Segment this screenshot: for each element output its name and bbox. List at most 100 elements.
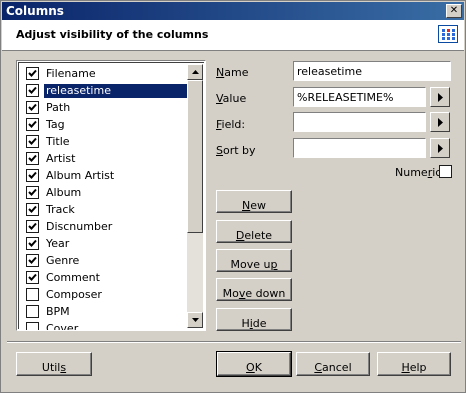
column-checkbox[interactable] — [26, 305, 39, 318]
check-icon — [28, 222, 37, 230]
cancel-button[interactable]: Cancel — [296, 352, 370, 376]
columns-grid-icon — [438, 25, 458, 43]
column-item-label: Artist — [46, 152, 76, 165]
column-item[interactable]: Track — [23, 201, 191, 218]
column-checkbox[interactable] — [26, 118, 39, 131]
column-item-label: BPM — [46, 305, 70, 318]
check-icon — [28, 154, 37, 162]
scroll-thumb[interactable] — [187, 80, 203, 233]
arrow-right-icon — [438, 93, 443, 102]
column-item-label: Track — [46, 203, 75, 216]
check-icon — [28, 205, 37, 213]
column-item-label: Path — [46, 101, 71, 114]
check-icon — [28, 273, 37, 281]
column-checkbox[interactable] — [26, 237, 39, 250]
column-item[interactable]: Comment — [23, 269, 191, 286]
column-item[interactable]: Title — [23, 133, 191, 150]
new-button[interactable]: New — [216, 190, 292, 213]
column-item-label: Composer — [46, 288, 102, 301]
field-input[interactable] — [293, 112, 426, 132]
column-item[interactable]: Album — [23, 184, 191, 201]
column-item[interactable]: Path — [23, 99, 191, 116]
delete-button[interactable]: Delete — [216, 220, 292, 243]
column-item[interactable]: Genre — [23, 252, 191, 269]
column-item-label: releasetime — [43, 83, 192, 99]
column-item-label: Discnumber — [46, 220, 113, 233]
hide-button[interactable]: Hide — [216, 308, 292, 331]
sortby-label: Sort by — [216, 144, 256, 157]
column-item[interactable]: Composer — [23, 286, 191, 303]
numeric-checkbox[interactable] — [439, 165, 452, 178]
help-button[interactable]: Help — [377, 352, 451, 376]
column-item[interactable]: Album Artist — [23, 167, 191, 184]
utils-button[interactable]: Utils — [16, 352, 92, 376]
arrow-right-icon — [438, 118, 443, 127]
column-checkbox[interactable] — [26, 152, 39, 165]
sortby-options-button[interactable] — [430, 138, 450, 158]
check-icon — [28, 103, 37, 111]
column-checkbox[interactable] — [26, 67, 39, 80]
column-checkbox[interactable] — [26, 288, 39, 301]
column-item-label: Comment — [46, 271, 100, 284]
column-checkbox[interactable] — [26, 220, 39, 233]
value-options-button[interactable] — [430, 87, 450, 107]
title-bar[interactable]: Columns ✕ — [2, 2, 464, 20]
column-item[interactable]: releasetime — [23, 82, 192, 99]
column-checkbox[interactable] — [26, 101, 39, 114]
check-icon — [28, 188, 37, 196]
column-item[interactable]: Discnumber — [23, 218, 191, 235]
numeric-label: Numeric — [395, 166, 442, 179]
field-options-button[interactable] — [430, 112, 450, 132]
column-checkbox[interactable] — [26, 254, 39, 267]
column-item[interactable]: Artist — [23, 150, 191, 167]
value-label: Value — [216, 92, 247, 105]
name-input[interactable]: releasetime — [293, 61, 451, 81]
check-icon — [28, 69, 37, 77]
field-label: Field: — [216, 118, 246, 131]
name-label: Name — [216, 66, 249, 79]
column-item[interactable]: Cover — [23, 320, 191, 331]
close-icon: ✕ — [449, 5, 459, 16]
scroll-up-icon — [192, 70, 199, 74]
check-icon — [28, 120, 37, 128]
column-item-label: Album Artist — [46, 169, 115, 182]
columns-list[interactable]: Filename releasetime Path Tag Title Artist Alb… — [16, 60, 206, 331]
scroll-up-button[interactable] — [187, 64, 203, 80]
check-icon — [28, 171, 37, 179]
column-item[interactable]: Year — [23, 235, 191, 252]
column-item-label: Cover — [46, 322, 79, 331]
arrow-right-icon — [438, 144, 443, 153]
column-item[interactable]: BPM — [23, 303, 191, 320]
header-title: Adjust visibility of the columns — [16, 28, 209, 41]
scroll-down-icon — [192, 318, 199, 322]
column-item-label: Filename — [46, 67, 96, 80]
move-down-button[interactable]: Move down — [216, 278, 292, 301]
column-item-label: Title — [46, 135, 70, 148]
value-input[interactable]: %RELEASETIME% — [293, 87, 426, 107]
column-checkbox[interactable] — [26, 203, 39, 216]
check-icon — [28, 86, 37, 94]
column-item[interactable]: Tag — [23, 116, 191, 133]
column-checkbox[interactable] — [26, 271, 39, 284]
sortby-input[interactable] — [293, 138, 426, 158]
vertical-scrollbar[interactable] — [187, 64, 203, 328]
column-item-label: Album — [46, 186, 82, 199]
column-checkbox[interactable] — [26, 84, 39, 97]
column-item-label: Genre — [46, 254, 80, 267]
column-checkbox[interactable] — [26, 135, 39, 148]
column-item-label: Year — [46, 237, 70, 250]
columns-list-inner: Filename releasetime Path Tag Title Artist Alb… — [18, 62, 204, 331]
column-item-label: Tag — [46, 118, 65, 131]
window-title: Columns — [6, 4, 64, 18]
ok-button[interactable]: OK — [216, 351, 292, 377]
scroll-down-button[interactable] — [187, 312, 203, 328]
close-button[interactable]: ✕ — [446, 4, 462, 18]
header-panel: Adjust visibility of the columns — [2, 20, 464, 51]
check-icon — [28, 256, 37, 264]
column-item[interactable]: Filename — [23, 65, 191, 82]
column-checkbox[interactable] — [26, 169, 39, 182]
column-checkbox[interactable] — [26, 186, 39, 199]
move-up-button[interactable]: Move up — [216, 249, 292, 272]
column-checkbox[interactable] — [26, 322, 39, 330]
columns-dialog: Columns ✕ Adjust visibility of the colum… — [0, 0, 466, 393]
